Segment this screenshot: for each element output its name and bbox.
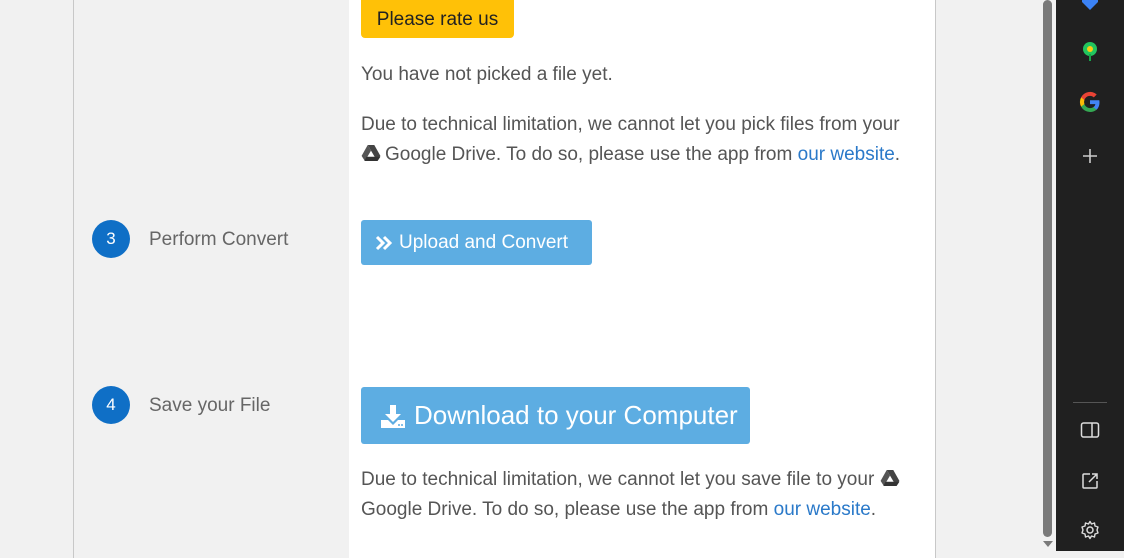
pick-limitation-text: Due to technical limitation, we cannot l… <box>361 114 900 135</box>
plus-icon[interactable] <box>1076 142 1104 170</box>
no-file-text: You have not picked a file yet. <box>361 64 613 85</box>
step-number-4: 4 <box>92 386 130 424</box>
save-limitation-notice: Due to technical limitation, we cannot l… <box>361 465 921 525</box>
step-label-perform-convert: Perform Convert <box>149 229 289 250</box>
browser-sidebar <box>1056 0 1124 551</box>
upload-and-convert-button[interactable]: Upload and Convert <box>361 220 592 265</box>
scrollbar-thumb[interactable] <box>1043 0 1052 537</box>
period: . <box>894 144 901 165</box>
rate-button[interactable]: Please rate us <box>361 0 514 38</box>
upload-and-convert-label: Upload and Convert <box>399 231 568 253</box>
our-website-link-2[interactable]: our website <box>774 499 871 520</box>
save-limitation-text: Due to technical limitation, we cannot l… <box>361 469 875 490</box>
period-2: . <box>870 499 877 520</box>
tree-icon[interactable] <box>1076 38 1104 66</box>
download-to-computer-label: Download to your Computer <box>414 400 738 430</box>
tag-icon[interactable] <box>1076 0 1104 16</box>
google-drive-icon <box>880 470 899 486</box>
settings-icon[interactable] <box>1076 516 1104 544</box>
google-drive-icon <box>361 145 381 161</box>
google-icon[interactable] <box>1076 88 1104 116</box>
pick-limitation-text-2: Google Drive. To do so, please use the a… <box>385 144 793 165</box>
download-icon <box>381 404 405 428</box>
download-to-computer-button[interactable]: Download to your Computer <box>361 387 750 444</box>
page-scrollbar[interactable] <box>1040 0 1056 551</box>
pick-limitation-notice: Due to technical limitation, we cannot l… <box>361 110 921 170</box>
save-limitation-text-2: Google Drive. To do so, please use the a… <box>361 499 769 520</box>
step-label-save-file: Save your File <box>149 395 271 416</box>
step-number-3: 3 <box>92 220 130 258</box>
split-screen-icon[interactable] <box>1076 416 1104 444</box>
scroll-down-arrow-icon[interactable] <box>1043 541 1053 547</box>
open-external-icon[interactable] <box>1076 467 1104 495</box>
our-website-link[interactable]: our website <box>798 144 895 165</box>
double-chevron-right-icon <box>375 235 393 250</box>
page: Please rate us You have not picked a fil… <box>0 0 1040 558</box>
sidebar-divider <box>1073 402 1107 403</box>
